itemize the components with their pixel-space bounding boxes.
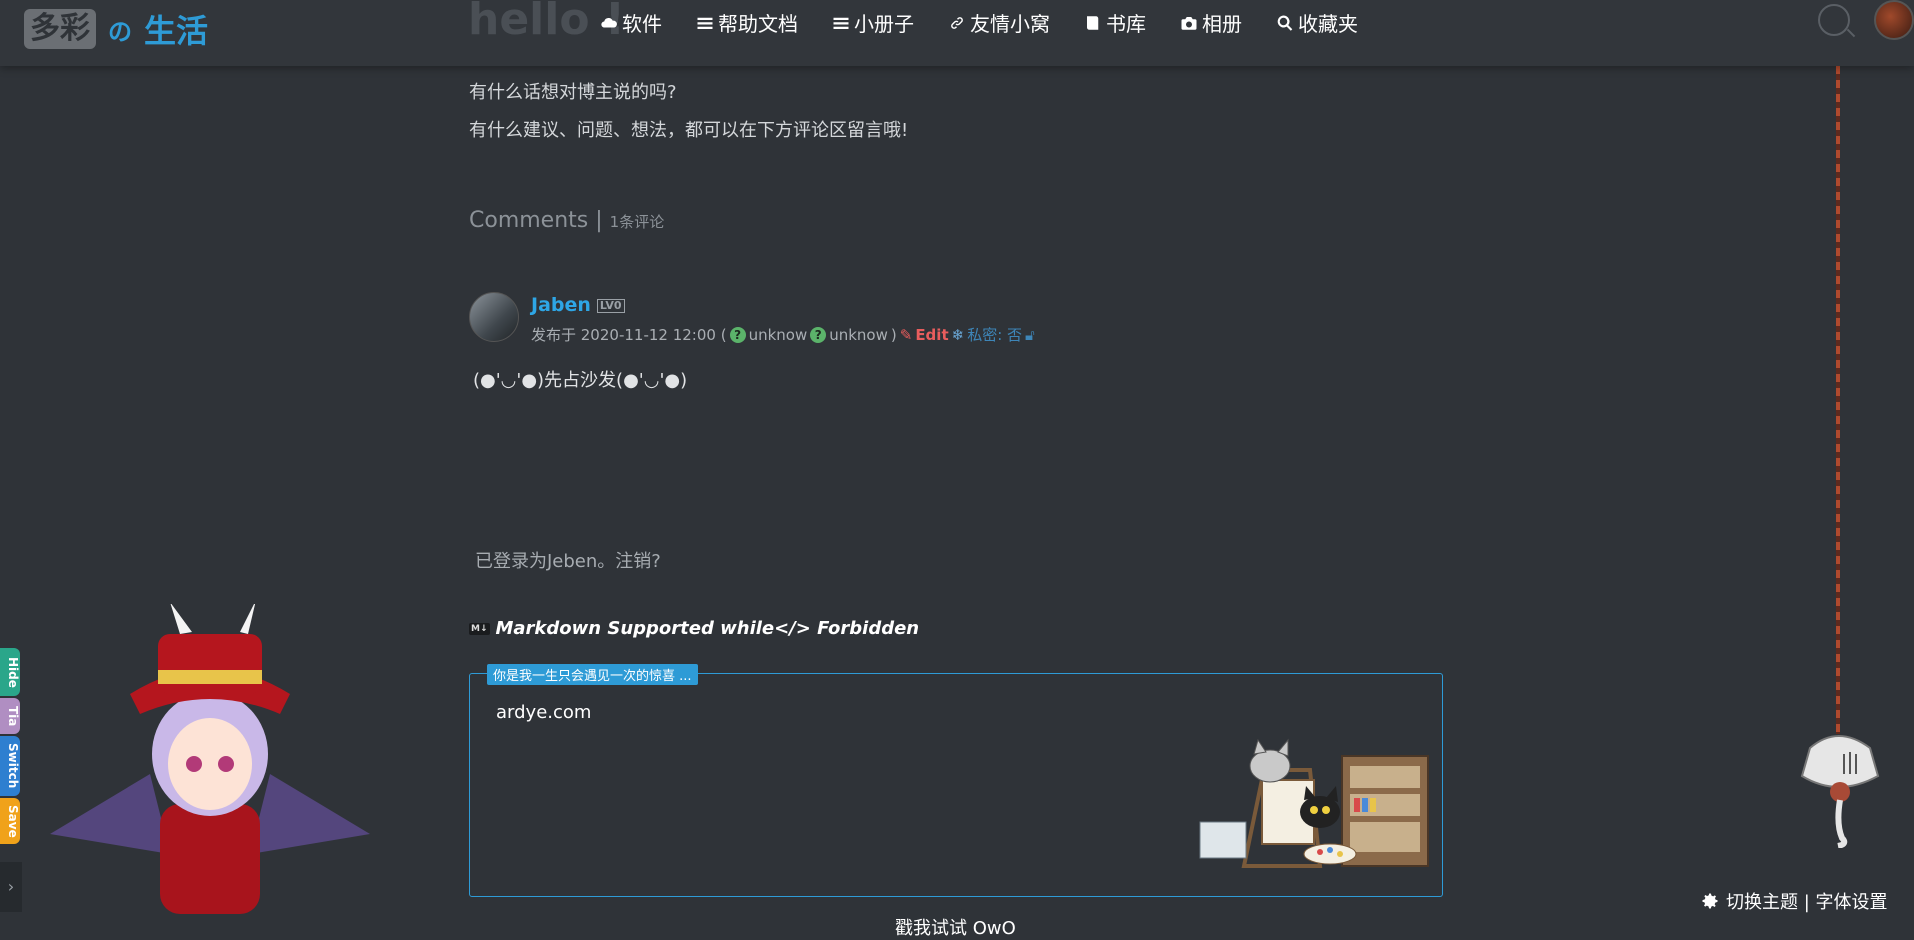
intro-line-1: 有什么话想对博主说的吗? — [469, 82, 677, 103]
comments-heading: Comments | 1条评论 — [469, 208, 1445, 233]
comments-title: Comments | — [469, 208, 610, 233]
edit-button[interactable]: Edit — [915, 326, 948, 344]
os-unknown-icon: ? — [729, 326, 746, 343]
site-logo[interactable]: 多彩 の 生活 — [24, 6, 208, 52]
theme-font-settings-label[interactable]: 切换主题 | 字体设置 — [1726, 888, 1888, 914]
list-icon — [833, 17, 849, 29]
gear-icon — [1702, 893, 1718, 909]
nav-booklet-label: 小册子 — [854, 12, 914, 36]
top-navbar: 多彩 の 生活 hello ! 软件 帮助文档 小册子 友情小窝 书库 相册 收… — [0, 0, 1914, 66]
cloud-icon — [601, 17, 617, 28]
comment-avatar — [469, 292, 519, 342]
comment-author-name[interactable]: Jaben — [531, 294, 591, 316]
nav-help-docs-label: 帮助文档 — [718, 12, 798, 36]
logo-box: 多彩 — [24, 9, 96, 49]
comment-browser: unknow — [829, 325, 888, 344]
meta-close: ) — [890, 325, 897, 344]
painting-cats-illustration — [1199, 738, 1429, 868]
main-nav: 软件 帮助文档 小册子 友情小窝 书库 相册 收藏夹 — [600, 8, 1358, 37]
textarea-label: 你是我一生只会遇见一次的惊喜 ... — [487, 664, 698, 685]
browser-unknown-icon: ? — [810, 326, 827, 343]
markdown-icon: M↓ — [469, 622, 490, 635]
nav-favorites[interactable]: 收藏夹 — [1276, 8, 1358, 37]
logged-in-status[interactable]: 已登录为Jeben。注销? — [475, 547, 661, 573]
logo-no: の — [108, 17, 132, 46]
markdown-note-text: Markdown Supported while</> Forbidden — [495, 618, 920, 639]
markdown-note: M↓ Markdown Supported while</> Forbidden — [469, 618, 919, 639]
unlock-icon[interactable]: 🔓︎ — [1025, 326, 1035, 344]
comment-os: unknow — [748, 325, 808, 344]
hanging-cat-back-to-top[interactable] — [1790, 728, 1886, 848]
main-content: 有什么话想对博主说的吗? 有什么建议、问题、想法，都可以在下方评论区留言哦! C… — [469, 66, 1445, 391]
avatar[interactable] — [1874, 0, 1914, 40]
nav-booklet[interactable]: 小册子 — [832, 8, 914, 37]
nav-software-label: 软件 — [622, 12, 662, 36]
nav-album-label: 相册 — [1202, 12, 1242, 36]
hanging-rope — [1836, 66, 1840, 734]
textarea-value[interactable]: ardye.com — [496, 702, 591, 723]
search-icon — [1277, 15, 1293, 31]
search-toggle-icon[interactable] — [1818, 4, 1850, 36]
chevron-right-icon[interactable]: › — [0, 862, 22, 912]
book-icon — [1087, 15, 1099, 30]
comment-author[interactable]: Jaben LV0 — [531, 294, 625, 316]
nav-friends-label: 友情小窝 — [970, 12, 1050, 36]
edit-icon: ✎ — [899, 325, 913, 344]
nav-software[interactable]: 软件 — [600, 8, 662, 37]
live2d-mascot[interactable] — [30, 604, 390, 914]
nav-favorites-label: 收藏夹 — [1298, 12, 1358, 36]
side-tab-switch[interactable]: Switch — [0, 736, 20, 796]
nav-friends[interactable]: 友情小窝 — [948, 8, 1050, 37]
intro-line-2: 有什么建议、问题、想法，都可以在下方评论区留言哦! — [469, 120, 909, 141]
link-icon — [951, 16, 963, 29]
comment-content: (●'◡'●)先占沙发(●'◡'●) — [473, 370, 688, 391]
nav-library-label: 书库 — [1106, 12, 1146, 36]
side-tab-save[interactable]: Save — [0, 798, 20, 844]
emoji-trigger[interactable]: 戳我试试 OwO — [895, 914, 1016, 940]
theme-font-settings-button[interactable]: 切换主题 | 字体设置 — [1700, 888, 1888, 914]
level-badge: LV0 — [596, 298, 625, 313]
list-icon — [697, 17, 713, 29]
logo-life: 生活 — [144, 12, 209, 50]
side-tab-tia[interactable]: Tia — [0, 698, 20, 734]
comment-meta: 发布于 2020-11-12 12:00 ( ? unknow ? unknow… — [531, 324, 1035, 345]
nav-album[interactable]: 相册 — [1180, 8, 1242, 37]
nav-library[interactable]: 书库 — [1084, 8, 1146, 37]
side-tab-hide[interactable]: Hide — [0, 648, 20, 696]
comments-count: 1条评论 — [609, 213, 665, 231]
snowflake-icon: ❄ — [951, 325, 965, 344]
intro-text: 有什么话想对博主说的吗? 有什么建议、问题、想法，都可以在下方评论区留言哦! — [469, 74, 1445, 150]
nav-help-docs[interactable]: 帮助文档 — [696, 8, 798, 37]
private-toggle[interactable]: 私密: 否 — [967, 324, 1022, 345]
camera-icon — [1181, 16, 1197, 30]
comment-textarea[interactable]: 你是我一生只会遇见一次的惊喜 ... ardye.com — [469, 664, 1443, 897]
comment-date: 发布于 2020-11-12 12:00 ( — [531, 326, 727, 344]
